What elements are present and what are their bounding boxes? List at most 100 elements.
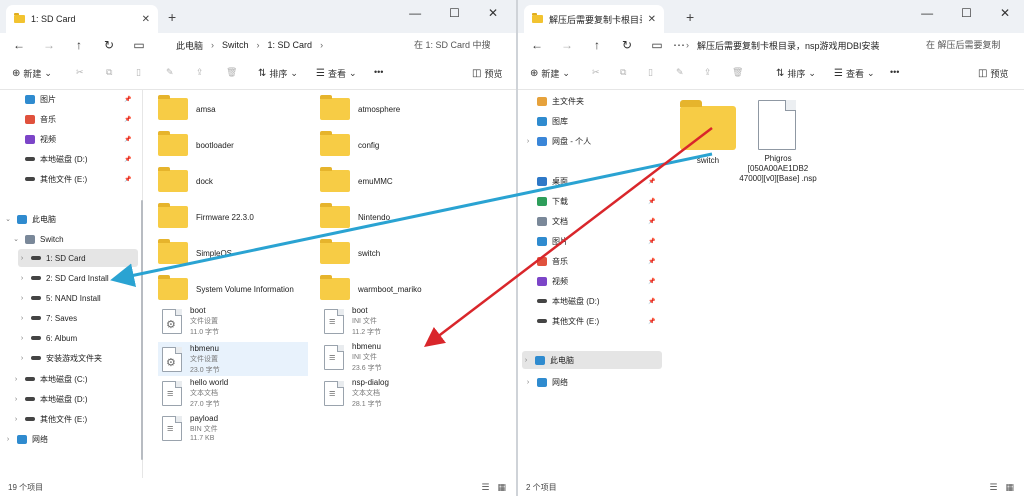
tab-extracted-folder[interactable]: 解压后需要复制卡根目录。nsp ✕ [524,5,664,33]
close-window-icon[interactable]: ✕ [488,6,498,20]
file-item[interactable]: hbmenu 文件设置 23.0 字节 [158,342,308,376]
chevron-icon[interactable]: › [18,355,26,362]
sidebar-item[interactable]: › 网络 [524,373,568,391]
nsp-file-icon[interactable] [758,100,796,150]
share-icon[interactable]: ⇪ [196,67,204,78]
chevron-icon[interactable]: › [12,376,20,383]
sidebar-item[interactable]: 视频 📌 [12,130,131,148]
close-tab-icon[interactable]: ✕ [648,14,656,25]
sort-button[interactable]: ⇅ 排序 ⌄ [258,67,298,80]
back-arrow-icon[interactable]: ← [4,38,34,52]
more-button[interactable]: ••• [374,67,383,77]
sidebar-item[interactable]: › 其他文件 (E:) [12,410,87,428]
paste-icon[interactable]: ▯ [648,67,653,78]
switch-folder-icon[interactable] [680,100,736,150]
sidebar-item[interactable]: › 网络 [4,430,48,448]
chevron-icon[interactable]: › [12,416,20,423]
tiles-view-icon[interactable]: ▦ [1005,482,1014,493]
refresh-icon[interactable]: ↻ [612,38,642,52]
sidebar-item[interactable]: 桌面 📌 [524,172,655,190]
folder-item[interactable]: SimpleOS [158,239,232,264]
sidebar-item[interactable]: 其他文件 (E:) 📌 [12,170,131,188]
copy-icon[interactable]: ⧉ [620,67,626,78]
cut-icon[interactable]: ✂ [592,67,600,78]
sidebar-item[interactable]: 其他文件 (E:) 📌 [524,312,655,330]
sidebar-item[interactable]: › 1: SD Card [18,249,138,267]
folder-item[interactable]: System Volume Information [158,275,294,300]
folder-item[interactable]: atmosphere [320,95,400,120]
new-button[interactable]: ⊕ 新建 ⌄ [530,67,570,80]
sidebar-item[interactable]: 本地磁盘 (D:) 📌 [12,150,131,168]
sidebar-item[interactable]: 音乐 📌 [524,252,655,270]
sidebar-item[interactable]: 图库 [524,112,568,130]
sidebar-item[interactable]: › 本地磁盘 (D:) [12,390,88,408]
sidebar-item[interactable]: 本地磁盘 (D:) 📌 [524,292,655,310]
preview-button[interactable]: ◫ 预览 [978,67,1008,80]
folder-item[interactable]: emuMMC [320,167,393,192]
copy-icon[interactable]: ⧉ [106,67,112,78]
chevron-icon[interactable]: › [522,357,530,364]
sort-button[interactable]: ⇅ 排序 ⌄ [776,67,816,80]
minimize-icon[interactable]: — [409,6,421,20]
close-window-icon[interactable]: ✕ [1000,6,1010,20]
details-view-icon[interactable]: ☰ [481,482,489,493]
folder-item[interactable]: Nintendo [320,203,390,228]
minimize-icon[interactable]: — [921,6,933,20]
rename-icon[interactable]: ✎ [166,67,174,78]
sidebar-item[interactable]: 图片 📌 [524,232,655,250]
chevron-icon[interactable]: › [524,379,532,386]
sidebar-item[interactable]: › 网盘 - 个人 [524,132,591,150]
maximize-icon[interactable]: ☐ [449,6,460,20]
sidebar-item[interactable]: › 本地磁盘 (C:) [12,370,88,388]
sidebar-item[interactable]: 主文件夹 [524,92,584,110]
sidebar-item[interactable]: 下载 📌 [524,192,655,210]
chevron-icon[interactable]: ⌄ [4,215,12,223]
folder-item[interactable]: warmboot_mariko [320,275,422,300]
delete-icon[interactable]: 🗑 [226,67,237,78]
folder-item[interactable]: Firmware 22.3.0 [158,203,254,228]
new-button[interactable]: ⊕ 新建 ⌄ [12,67,52,80]
rename-icon[interactable]: ✎ [676,67,684,78]
file-item[interactable]: payload BIN 文件 11.7 KB [162,414,218,442]
tab-sd-card[interactable]: 1: SD Card ✕ [6,5,158,33]
up-arrow-icon[interactable]: ↑ [64,38,94,52]
close-tab-icon[interactable]: ✕ [142,14,150,25]
breadcrumb-item[interactable]: 解压后需要复制卡根目录，nsp游戏用DBI安装 [697,39,880,52]
view-button[interactable]: ☰ 查看 ⌄ [834,67,875,80]
chevron-icon[interactable]: › [18,335,26,342]
folder-item[interactable]: amsa [158,95,216,120]
file-item[interactable]: hbmenu INI 文件 23.6 字节 [324,342,382,373]
sidebar-item[interactable]: 音乐 📌 [12,110,131,128]
file-item[interactable]: hello world 文本文档 27.0 字节 [162,378,228,409]
view-button[interactable]: ☰ 查看 ⌄ [316,67,357,80]
file-item[interactable]: boot 文件设置 11.0 字节 [162,306,219,337]
preview-button[interactable]: ◫ 预览 [472,67,502,80]
chevron-icon[interactable]: › [18,315,26,322]
new-tab-icon[interactable]: + [168,9,176,25]
new-tab-icon[interactable]: + [686,9,694,25]
sidebar-item[interactable]: › 5: NAND Install [18,289,101,307]
sidebar-item[interactable]: 图片 📌 [12,90,131,108]
chevron-icon[interactable]: › [524,138,532,145]
share-icon[interactable]: ⇪ [704,67,712,78]
chevron-icon[interactable]: › [4,436,12,443]
sidebar-item[interactable]: › 6: Album [18,329,77,347]
chevron-icon[interactable]: › [12,396,20,403]
maximize-icon[interactable]: ☐ [961,6,972,20]
cut-icon[interactable]: ✂ [76,67,84,78]
chevron-icon[interactable]: › [18,255,26,262]
folder-item[interactable]: dock [158,167,213,192]
sidebar-item[interactable]: › 安装游戏文件夹 [18,349,102,367]
breadcrumb-item[interactable]: 此电脑 [176,39,203,52]
tiles-view-icon[interactable]: ▦ [497,482,506,493]
chevron-icon[interactable]: › [18,275,26,282]
back-arrow-icon[interactable]: ← [522,38,552,52]
chevron-icon[interactable]: › [18,295,26,302]
details-view-icon[interactable]: ☰ [989,482,997,493]
sidebar-item[interactable]: › 7: Saves [18,309,77,327]
forward-arrow-icon[interactable]: → [34,38,64,52]
sidebar-item[interactable]: 文档 📌 [524,212,655,230]
sidebar-item[interactable]: › 2: SD Card Install [18,269,109,287]
nav-scrollbar[interactable] [141,200,143,460]
breadcrumb-item[interactable]: Switch [222,40,249,50]
